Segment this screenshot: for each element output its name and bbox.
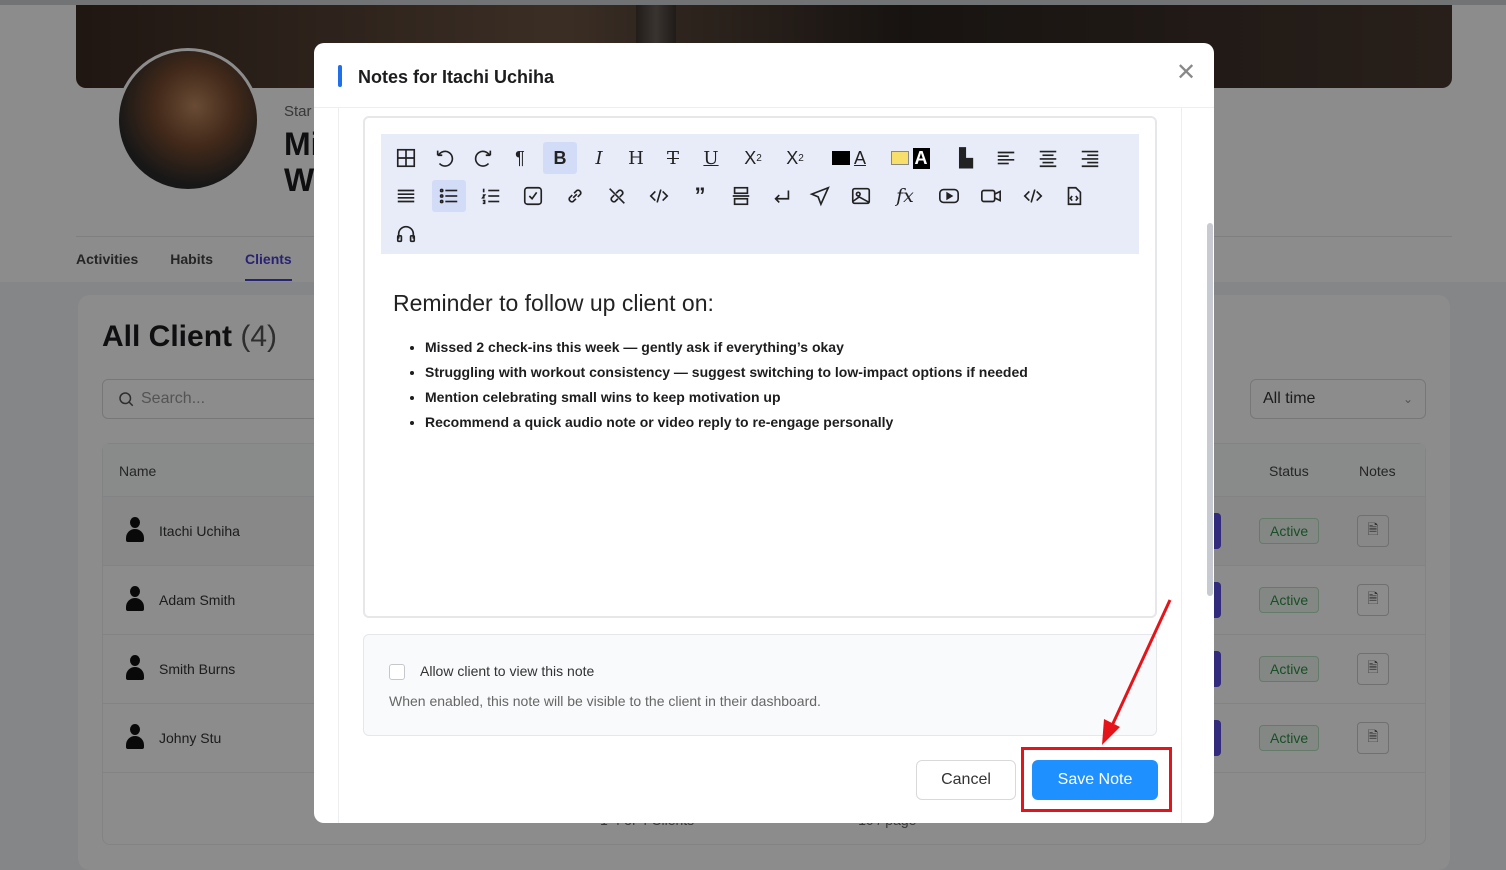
allow-client-label[interactable]: Allow client to view this note: [420, 663, 594, 679]
ordered-list-icon[interactable]: [474, 180, 508, 212]
unlink-icon[interactable]: [600, 180, 634, 212]
bullet-list-icon[interactable]: [432, 180, 466, 212]
underline-icon[interactable]: U: [694, 142, 728, 174]
hard-break-icon[interactable]: [765, 180, 799, 212]
allow-client-checkbox[interactable]: [389, 664, 405, 680]
save-note-button[interactable]: Save Note: [1032, 760, 1158, 800]
superscript-icon[interactable]: X2: [778, 142, 812, 174]
task-list-icon[interactable]: [516, 180, 550, 212]
clear-format-icon[interactable]: ▙: [949, 142, 983, 174]
visibility-options: Allow client to view this note When enab…: [363, 634, 1157, 736]
notes-modal: Notes for Itachi Uchiha ✕ ¶ B I H T U X2…: [314, 43, 1214, 823]
note-list: Missed 2 check-ins this week — gently as…: [393, 339, 1133, 430]
font-color-icon[interactable]: A: [827, 142, 871, 174]
editor-content[interactable]: Reminder to follow up client on: Missed …: [393, 290, 1133, 439]
align-left-icon[interactable]: [989, 142, 1023, 174]
align-right-icon[interactable]: [1073, 142, 1107, 174]
italic-icon[interactable]: I: [582, 142, 616, 174]
table-icon[interactable]: [389, 142, 423, 174]
modal-title: Notes for Itachi Uchiha: [358, 67, 555, 87]
list-item: Missed 2 check-ins this week — gently as…: [425, 339, 1133, 355]
image-icon[interactable]: [844, 180, 878, 212]
redo-icon[interactable]: [466, 142, 500, 174]
list-item: Struggling with workout consistency — su…: [425, 364, 1133, 380]
strikethrough-icon[interactable]: T: [656, 142, 690, 174]
file-code-icon[interactable]: [1057, 180, 1091, 212]
youtube-icon[interactable]: [932, 180, 966, 212]
rich-text-editor[interactable]: ¶ B I H T U X2 X2 A A ▙ ” fx Reminder to…: [363, 116, 1157, 618]
code-icon[interactable]: [642, 180, 676, 212]
audio-icon[interactable]: [389, 218, 423, 250]
send-icon[interactable]: [803, 180, 837, 212]
align-justify-icon[interactable]: [389, 180, 423, 212]
embed-code-icon[interactable]: [1016, 180, 1050, 212]
scrollbar[interactable]: [1207, 223, 1213, 596]
editor-toolbar: ¶ B I H T U X2 X2 A A ▙ ” fx: [381, 134, 1139, 254]
list-item: Mention celebrating small wins to keep m…: [425, 389, 1133, 405]
paragraph-icon[interactable]: ¶: [503, 142, 537, 174]
modal-header: Notes for Itachi Uchiha ✕: [314, 43, 1214, 108]
cancel-button[interactable]: Cancel: [916, 760, 1016, 800]
align-center-icon[interactable]: [1031, 142, 1065, 174]
blockquote-icon[interactable]: ”: [683, 180, 717, 212]
note-heading: Reminder to follow up client on:: [393, 290, 714, 316]
subscript-icon[interactable]: X2: [736, 142, 770, 174]
close-icon[interactable]: ✕: [1176, 61, 1196, 85]
link-icon[interactable]: [558, 180, 592, 212]
undo-icon[interactable]: [428, 142, 462, 174]
heading-icon[interactable]: H: [619, 142, 653, 174]
bold-icon[interactable]: B: [543, 142, 577, 174]
allow-client-hint: When enabled, this note will be visible …: [389, 693, 821, 709]
horizontal-rule-icon[interactable]: [724, 180, 758, 212]
list-item: Recommend a quick audio note or video re…: [425, 414, 1133, 430]
title-accent: [338, 65, 342, 87]
highlight-color-icon[interactable]: A: [888, 142, 932, 174]
formula-icon[interactable]: fx: [888, 180, 922, 212]
video-icon[interactable]: [974, 180, 1008, 212]
